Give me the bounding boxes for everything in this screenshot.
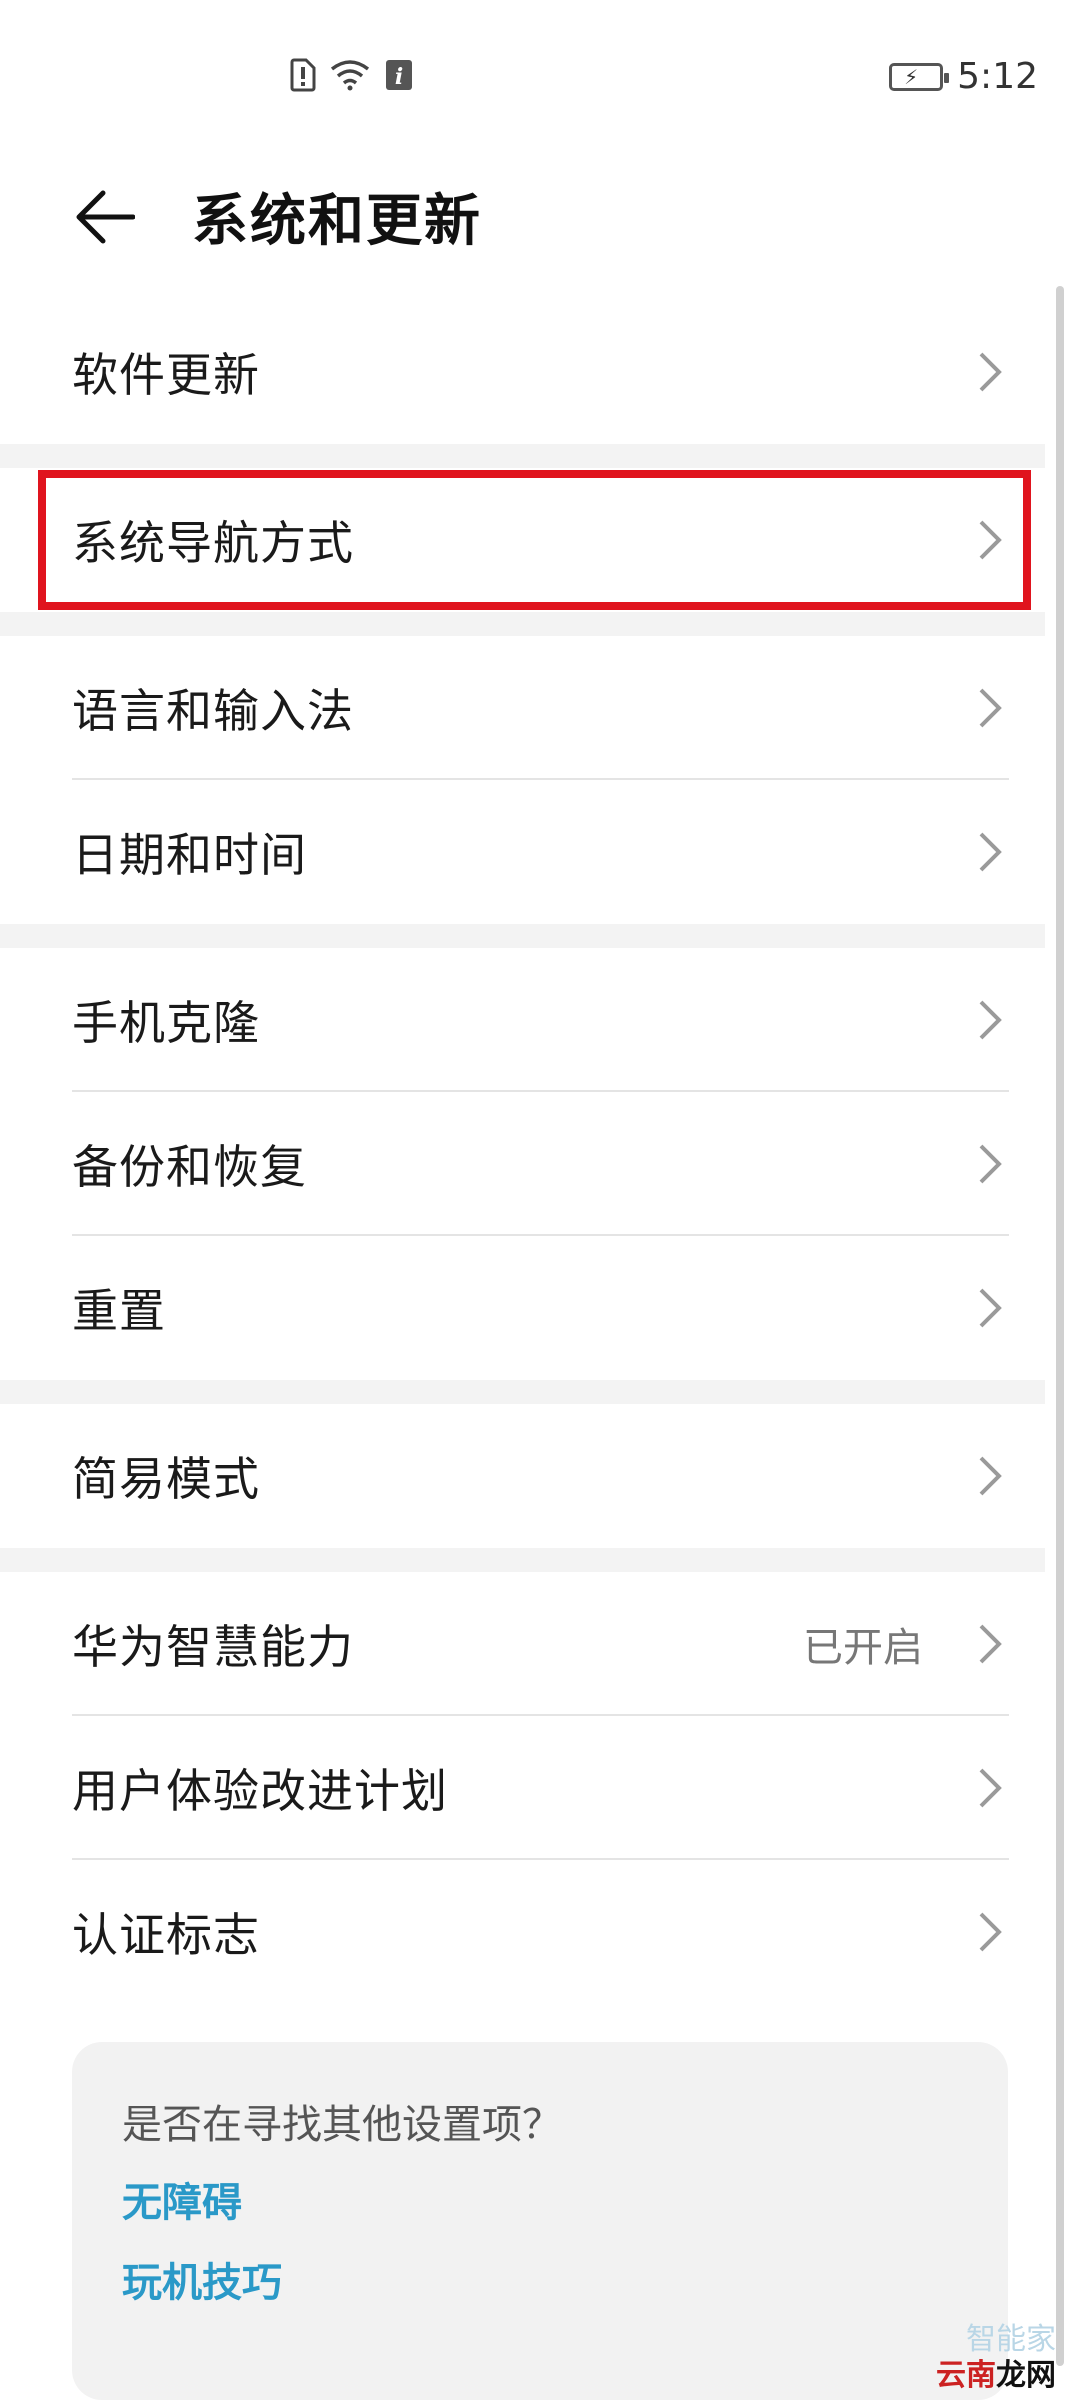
watermark-black-text: 龙网	[996, 2358, 1056, 2393]
item-label: 简易模式	[72, 1452, 260, 1506]
chevron-right-icon	[979, 520, 1002, 560]
watermark-red-text: 云南	[936, 2358, 996, 2393]
suggestions-question: 是否在寻找其他设置项？	[122, 2102, 562, 2148]
group-gap	[0, 924, 1045, 948]
battery-charging-icon: ⚡	[889, 62, 950, 91]
settings-item-reset[interactable]: 重置	[0, 1236, 1045, 1380]
svg-text:i: i	[395, 64, 403, 90]
status-right: ⚡ 5:12	[889, 56, 1038, 97]
settings-item-language-input[interactable]: 语言和输入法	[0, 636, 1045, 780]
item-status-value: 已开启	[803, 1625, 923, 1671]
item-label: 华为智慧能力	[72, 1620, 354, 1674]
item-label: 系统导航方式	[72, 516, 354, 570]
item-label: 重置	[72, 1284, 166, 1338]
settings-item-huawei-smart[interactable]: 华为智慧能力 已开启	[0, 1572, 1045, 1716]
settings-item-phone-clone[interactable]: 手机克隆	[0, 948, 1045, 1092]
status-time: 5:12	[957, 56, 1038, 97]
item-label: 手机克隆	[72, 996, 260, 1050]
chevron-right-icon	[979, 832, 1002, 872]
settings-item-backup-restore[interactable]: 备份和恢复	[0, 1092, 1045, 1236]
settings-item-date-time[interactable]: 日期和时间	[0, 780, 1045, 924]
sim-alert-icon	[290, 58, 316, 92]
link-accessibility[interactable]: 无障碍	[122, 2170, 242, 2228]
chevron-right-icon	[979, 352, 1002, 392]
chevron-right-icon	[979, 1456, 1002, 1496]
item-label: 备份和恢复	[72, 1140, 307, 1194]
chevron-right-icon	[979, 1144, 1002, 1184]
status-icons: i	[290, 58, 414, 92]
info-icon: i	[386, 60, 412, 90]
chevron-right-icon	[979, 1768, 1002, 1808]
item-label: 软件更新	[72, 348, 260, 402]
group-gap	[0, 1548, 1045, 1572]
chevron-right-icon	[979, 688, 1002, 728]
chevron-right-icon	[979, 1624, 1002, 1664]
chevron-right-icon	[979, 1000, 1002, 1040]
settings-list: 软件更新 系统导航方式 语言和输入法 日期和时间 手机克隆 备份和恢复 重置 简…	[0, 300, 1045, 2004]
settings-item-system-navigation[interactable]: 系统导航方式	[36, 468, 1033, 612]
chevron-right-icon	[979, 1288, 1002, 1328]
item-label: 用户体验改进计划	[72, 1764, 448, 1818]
scrollbar[interactable]	[1056, 286, 1064, 2366]
group-gap	[0, 612, 1045, 636]
status-bar: i ⚡ 5:12	[0, 0, 1080, 160]
watermark: 云南龙网	[936, 2350, 1056, 2394]
wifi-icon	[330, 60, 370, 91]
back-button[interactable]	[70, 182, 140, 252]
group-gap	[0, 1380, 1045, 1404]
settings-item-simple-mode[interactable]: 简易模式	[0, 1404, 1045, 1548]
group-gap	[0, 444, 1045, 468]
settings-item-user-experience[interactable]: 用户体验改进计划	[0, 1716, 1045, 1860]
item-label: 日期和时间	[72, 828, 307, 882]
link-tips[interactable]: 玩机技巧	[122, 2250, 282, 2308]
chevron-right-icon	[979, 1912, 1002, 1952]
suggestions-card: 是否在寻找其他设置项？ 无障碍 玩机技巧	[72, 2042, 1008, 2400]
back-arrow-icon	[76, 190, 135, 244]
item-label: 认证标志	[72, 1908, 260, 1962]
page-title: 系统和更新	[192, 189, 482, 254]
item-label: 语言和输入法	[72, 684, 354, 738]
settings-item-certification[interactable]: 认证标志	[0, 1860, 1045, 2004]
app-header: 系统和更新	[0, 160, 1080, 300]
settings-item-software-update[interactable]: 软件更新	[0, 300, 1045, 444]
